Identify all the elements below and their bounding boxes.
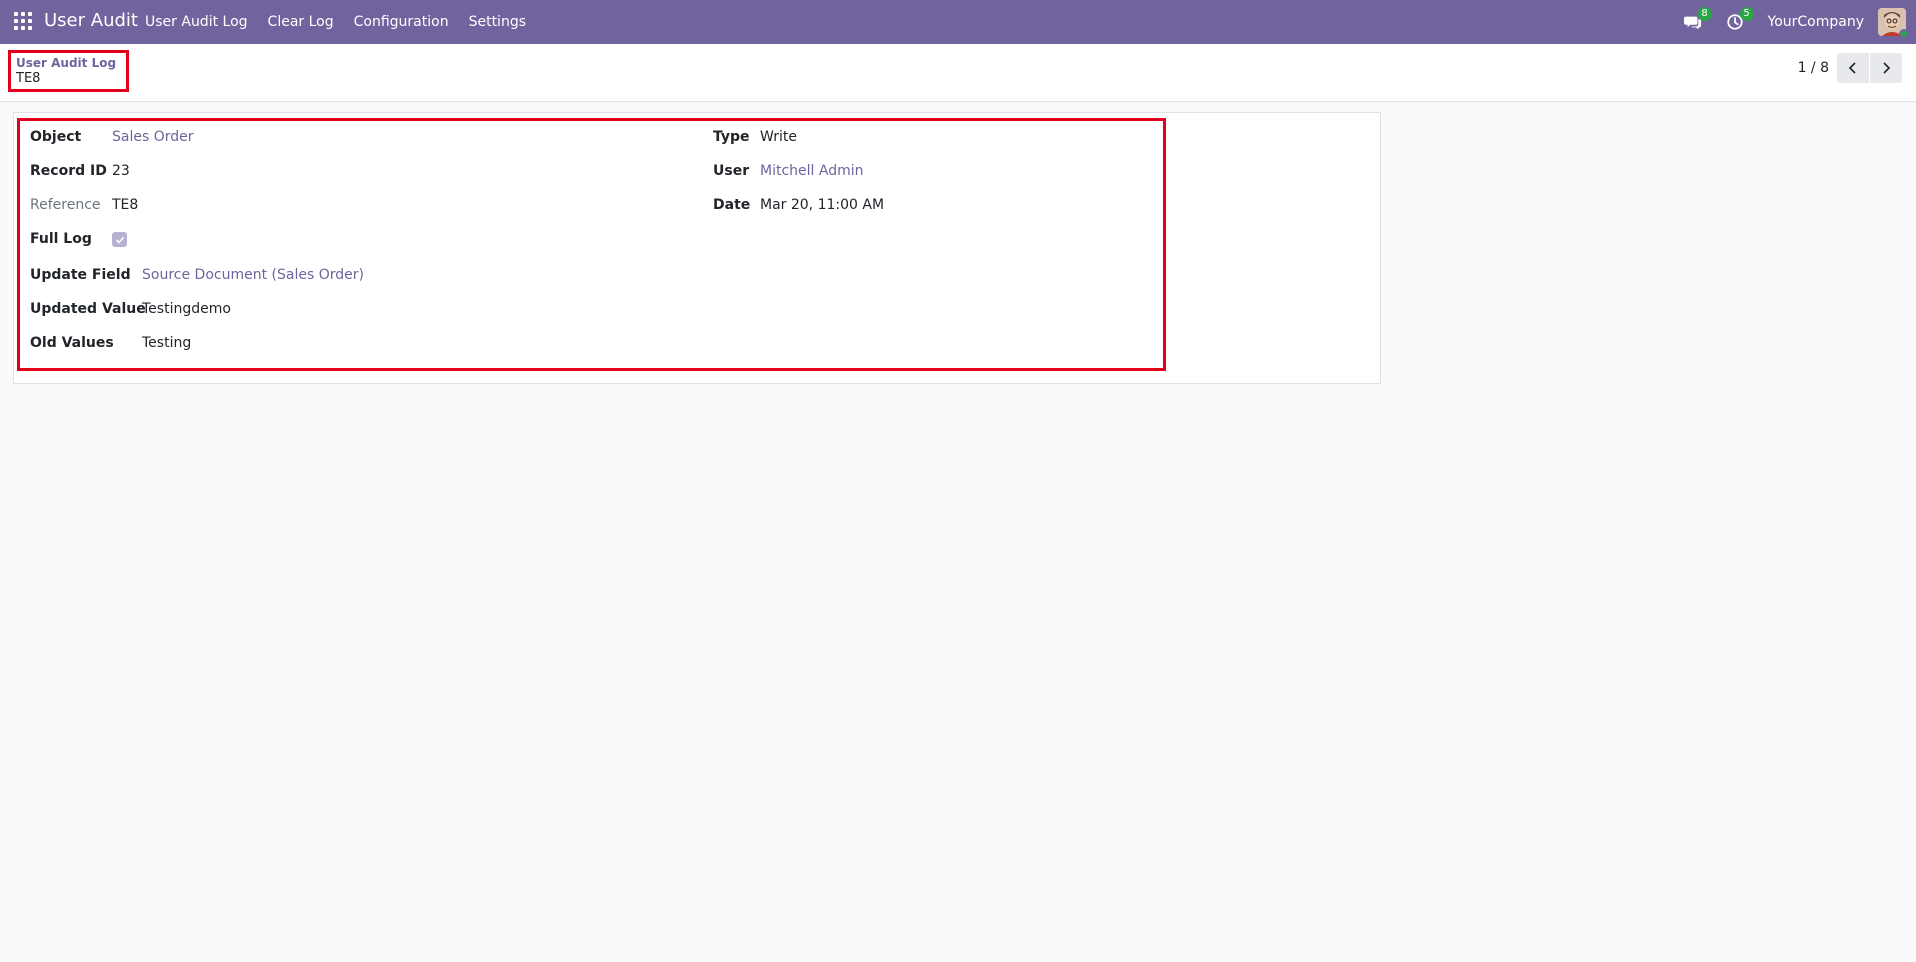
reference-label: Reference (30, 197, 101, 213)
menu-item-clear-log[interactable]: Clear Log (258, 0, 344, 44)
company-switcher[interactable]: YourCompany (1768, 14, 1865, 30)
top-navbar: User Audit User Audit Log Clear Log Conf… (0, 0, 1916, 44)
pager: 1 / 8 (1798, 53, 1902, 83)
pager-next-button[interactable] (1870, 53, 1902, 83)
update-field-label: Update Field (30, 267, 131, 283)
object-value-link[interactable]: Sales Order (112, 129, 194, 145)
systray: 8 5 YourCompany (1680, 0, 1916, 44)
pager-value[interactable]: 1 / 8 (1798, 60, 1829, 76)
messages-badge: 8 (1697, 7, 1712, 21)
activities-button[interactable]: 5 (1722, 0, 1754, 44)
breadcrumb-parent-link[interactable]: User Audit Log (16, 56, 116, 70)
messages-button[interactable]: 8 (1680, 0, 1712, 44)
record-id-value: 23 (112, 163, 130, 179)
type-value: Write (760, 129, 797, 145)
reference-value: TE8 (112, 197, 139, 213)
updated-value-value: Testingdemo (142, 301, 231, 317)
full-log-checkbox[interactable] (112, 232, 127, 247)
record-id-label: Record ID (30, 163, 107, 179)
date-label: Date (713, 197, 751, 213)
pager-previous-button[interactable] (1837, 53, 1869, 83)
check-icon (115, 236, 124, 244)
main-menu: User Audit Log Clear Log Configuration S… (135, 0, 536, 44)
activities-badge: 5 (1739, 7, 1754, 21)
full-log-label: Full Log (30, 231, 92, 247)
user-value-link[interactable]: Mitchell Admin (760, 163, 864, 179)
update-field-value-link[interactable]: Source Document (Sales Order) (142, 267, 364, 283)
object-label: Object (30, 129, 82, 145)
type-label: Type (713, 129, 750, 145)
old-values-value: Testing (142, 335, 192, 351)
breadcrumb-current: TE8 (16, 71, 41, 86)
date-value: Mar 20, 11:00 AM (760, 197, 885, 213)
chevron-left-icon (1848, 62, 1856, 74)
apps-menu-icon[interactable] (14, 12, 32, 30)
user-label: User (713, 163, 750, 179)
old-values-label: Old Values (30, 335, 114, 351)
online-status-dot (1899, 29, 1909, 39)
updated-value-label: Updated Value (30, 301, 146, 317)
control-panel: User Audit Log TE8 1 / 8 (0, 44, 1916, 102)
menu-item-configuration[interactable]: Configuration (344, 0, 459, 44)
breadcrumb: User Audit Log TE8 (8, 50, 129, 92)
app-brand[interactable]: User Audit (44, 10, 138, 32)
menu-item-user-audit-log[interactable]: User Audit Log (135, 0, 258, 44)
chevron-right-icon (1883, 62, 1891, 74)
form-highlight-box (17, 118, 1166, 371)
menu-item-settings[interactable]: Settings (459, 0, 536, 44)
user-avatar[interactable] (1878, 8, 1909, 39)
